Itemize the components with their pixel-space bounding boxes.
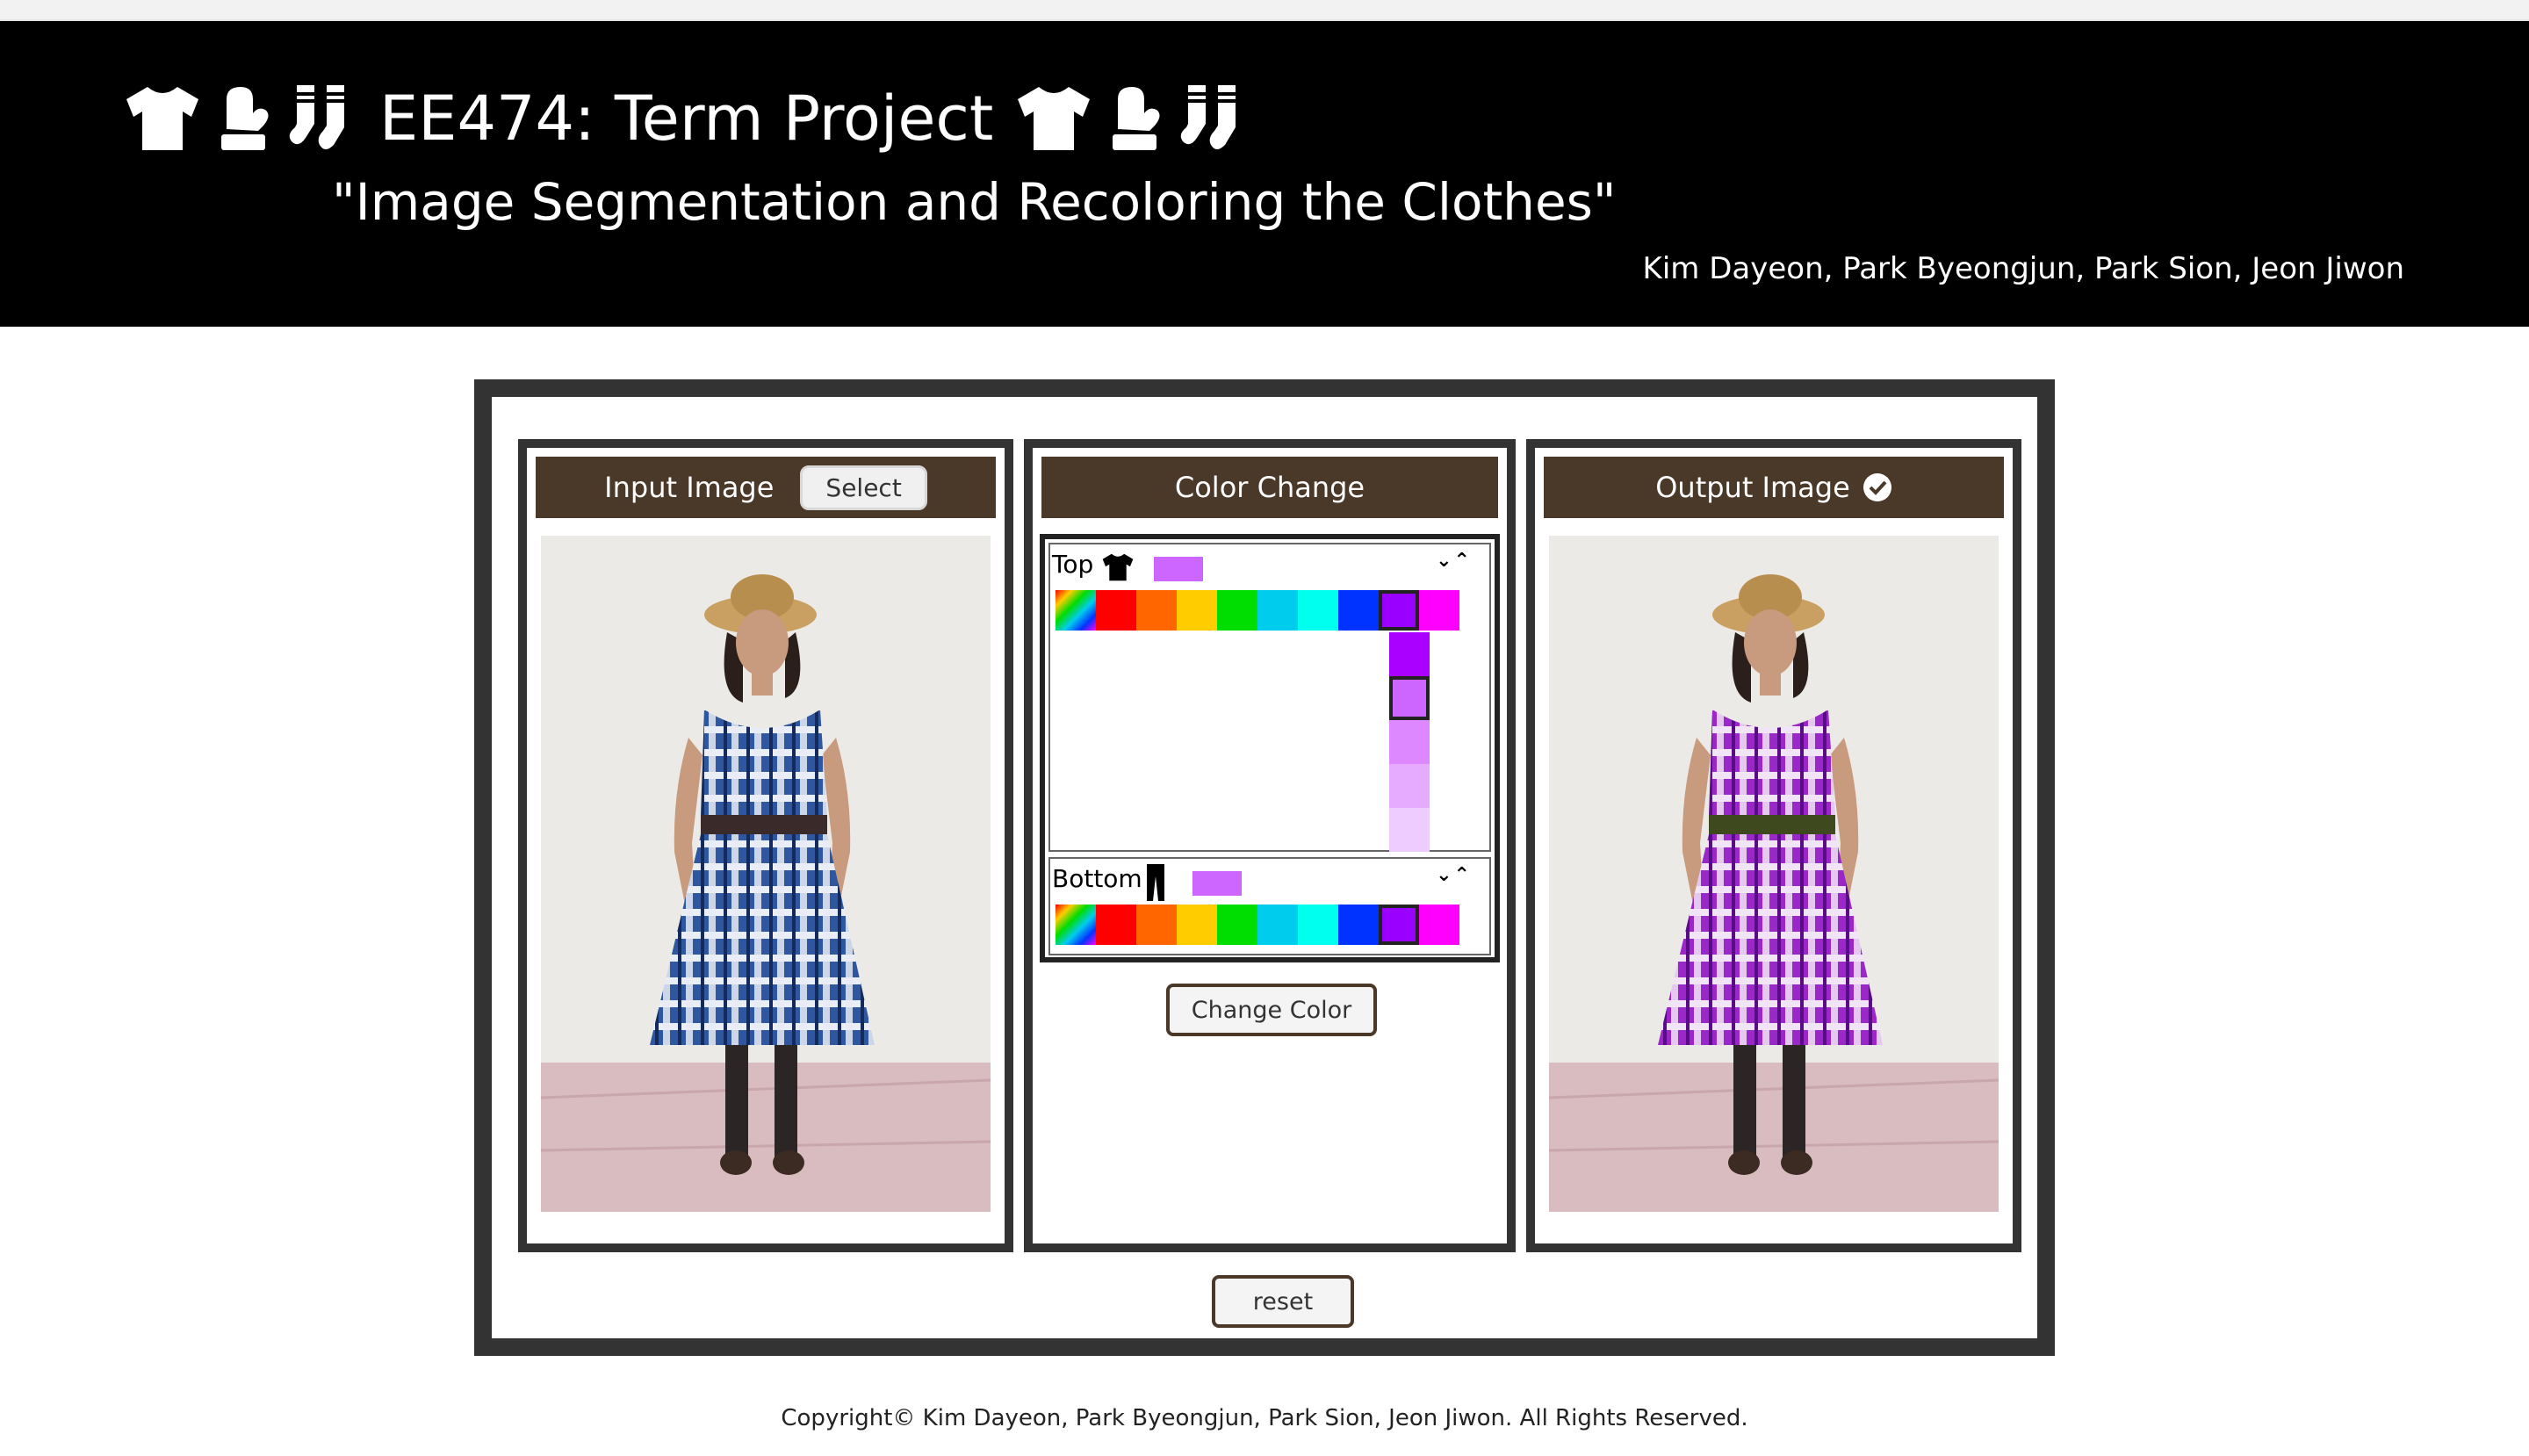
bottom-label: Bottom (1052, 864, 1142, 893)
output-panel-title: Output Image (1655, 471, 1850, 504)
bottom-palette (1056, 905, 1459, 945)
top-shade-column (1389, 632, 1430, 852)
top-shade-swatch[interactable] (1389, 676, 1430, 720)
tshirt-icon (126, 87, 198, 150)
bottom-palette-swatch[interactable] (1419, 905, 1459, 945)
top-palette-swatch[interactable] (1419, 590, 1459, 631)
top-palette (1056, 590, 1459, 631)
check-circle-icon (1863, 473, 1891, 501)
page-title: EE474: Term Project (379, 83, 994, 155)
change-color-button[interactable]: Change Color (1166, 984, 1377, 1036)
output-panel-header: Output Image (1544, 457, 2004, 518)
bottom-palette-swatch[interactable] (1177, 905, 1217, 945)
select-button[interactable]: Select (800, 465, 927, 510)
top-shade-swatch[interactable] (1389, 808, 1430, 852)
color-panel-title: Color Change (1174, 471, 1365, 504)
top-shade-swatch[interactable] (1389, 764, 1430, 808)
top-palette-swatch[interactable] (1096, 590, 1136, 631)
top-palette-swatch[interactable] (1177, 590, 1217, 631)
main-frame: Input Image Select Color Change Top ⌄⌃ B… (474, 379, 2055, 1356)
bottom-palette-swatch[interactable] (1379, 905, 1419, 945)
top-collapse-toggle[interactable]: ⌄⌃ (1436, 550, 1472, 572)
mitten-icon (1113, 87, 1160, 150)
input-photo (541, 536, 991, 1212)
top-palette-swatch[interactable] (1056, 590, 1096, 631)
color-change-panel: Color Change Top ⌄⌃ Bottom ⌄⌃ Change Col… (1024, 439, 1516, 1252)
color-picker-box: Top ⌄⌃ Bottom ⌄⌃ (1040, 534, 1500, 962)
bottom-palette-swatch[interactable] (1056, 905, 1096, 945)
page-subtitle: "Image Segmentation and Recoloring the C… (332, 172, 1617, 232)
top-palette-swatch[interactable] (1136, 590, 1177, 631)
title-row: EE474: Term Project (123, 70, 1250, 167)
page-header: EE474: Term Project "Image Segmentation … (0, 21, 2529, 327)
input-image-panel: Input Image Select (518, 439, 1013, 1252)
top-color-section: Top ⌄⌃ (1048, 543, 1491, 852)
bottom-palette-swatch[interactable] (1096, 905, 1136, 945)
top-palette-swatch[interactable] (1298, 590, 1338, 631)
top-label: Top (1052, 550, 1094, 579)
top-palette-swatch[interactable] (1257, 590, 1298, 631)
bottom-selected-swatch (1192, 871, 1242, 896)
bottom-palette-swatch[interactable] (1217, 905, 1257, 945)
top-palette-swatch[interactable] (1217, 590, 1257, 631)
copyright-footer: Copyright© Kim Dayeon, Park Byeongjun, P… (781, 1405, 1748, 1431)
authors: Kim Dayeon, Park Byeongjun, Park Sion, J… (1642, 251, 2404, 286)
top-palette-swatch[interactable] (1338, 590, 1379, 631)
tshirt-icon (1018, 87, 1091, 150)
top-selected-swatch (1154, 557, 1203, 581)
bottom-color-section: Bottom ⌄⌃ (1048, 857, 1491, 955)
bottom-palette-swatch[interactable] (1257, 905, 1298, 945)
top-palette-swatch[interactable] (1379, 590, 1419, 631)
input-panel-header: Input Image Select (536, 457, 996, 518)
bottom-collapse-toggle[interactable]: ⌄⌃ (1436, 864, 1472, 886)
tshirt-icon (1102, 553, 1134, 581)
bottom-palette-swatch[interactable] (1136, 905, 1177, 945)
top-shade-swatch[interactable] (1389, 720, 1430, 764)
output-image-panel: Output Image (1526, 439, 2021, 1252)
color-panel-header: Color Change (1041, 457, 1498, 518)
browser-top-edge (0, 0, 2529, 21)
socks-icon (1181, 85, 1236, 149)
input-panel-title: Input Image (604, 471, 775, 504)
mitten-icon (221, 87, 269, 150)
reset-button[interactable]: reset (1212, 1275, 1354, 1328)
top-shade-swatch[interactable] (1389, 632, 1430, 676)
socks-icon (289, 85, 344, 149)
output-photo (1549, 536, 1999, 1212)
bottom-palette-swatch[interactable] (1298, 905, 1338, 945)
bottom-palette-swatch[interactable] (1338, 905, 1379, 945)
pants-icon (1147, 864, 1164, 901)
